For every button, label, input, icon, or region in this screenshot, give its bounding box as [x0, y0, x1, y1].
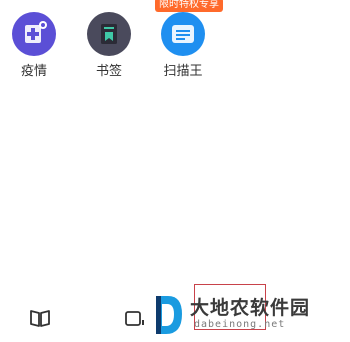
app-shuqian[interactable]: 书签	[84, 12, 134, 80]
watermark-logo-icon	[156, 296, 182, 334]
app-label-shuqian: 书签	[95, 64, 122, 79]
scan-doc-icon: 限时特权专享	[155, 0, 223, 56]
watermark-url: dabeinong.net	[194, 319, 286, 330]
app-label-yiqing: 疫情	[20, 64, 47, 79]
bookmark-icon	[87, 12, 131, 56]
app-label-saomiao: 扫描王	[163, 64, 203, 79]
watermark: 大地农软件园 dabeinong.net	[150, 284, 348, 338]
book-icon[interactable]	[28, 306, 52, 330]
app-yiqing[interactable]: 疫情	[9, 12, 59, 80]
promo-badge: 限时特权专享	[155, 0, 223, 12]
app-saomiao[interactable]: 限时特权专享 扫描王	[155, 0, 223, 80]
tabs-icon[interactable]	[122, 306, 146, 330]
watermark-title: 大地农软件园	[190, 297, 311, 319]
plus-doc-icon	[12, 12, 56, 56]
